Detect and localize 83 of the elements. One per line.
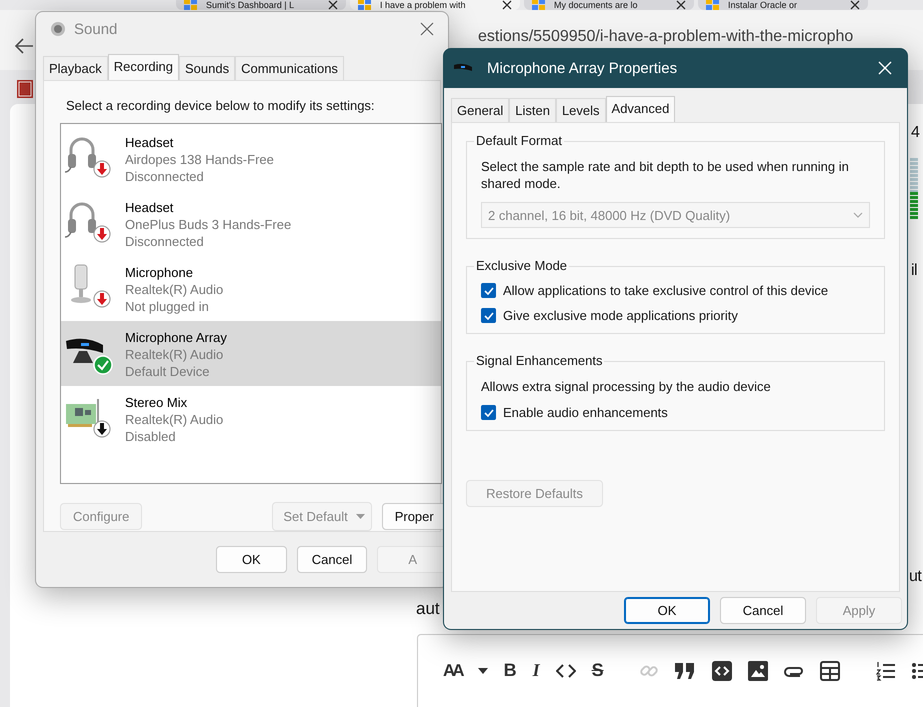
window-title: Microphone Array Properties [487,60,678,76]
tab[interactable]: Recording [108,54,180,80]
device-name: Headset [125,134,174,151]
window-title: Sound [74,20,118,38]
checkbox-label[interactable]: Give exclusive mode applications priority [503,308,738,323]
back-arrow-icon[interactable] [14,37,34,55]
device-status: Disconnected [125,168,205,185]
browser-tab[interactable]: Instalar Oracle or [698,0,868,10]
close-icon[interactable] [420,22,434,36]
browser-tab[interactable]: I have a problem with [350,0,520,10]
device-name: Headset [125,199,174,216]
device-driver: Realtek(R) Audio [125,411,224,428]
image-icon[interactable] [748,660,768,680]
device-name: Microphone Array [125,329,227,346]
grid-icon [184,0,198,12]
bold-button[interactable]: B [504,660,517,681]
page-text: il [911,262,918,280]
description-text: Allows extra signal processing by the audio device [481,378,772,395]
tab[interactable]: Listen [509,98,556,122]
device-status: Default Device [125,363,211,380]
tab[interactable]: Playback [43,56,108,80]
group-title: Default Format [474,133,564,148]
checkbox[interactable] [481,308,496,323]
device-name: Stereo Mix [125,394,188,411]
browser-tab[interactable]: My documents are lo [524,0,694,10]
device-driver: Realtek(R) Audio [125,346,224,363]
italic-button[interactable]: I [532,660,540,681]
numbered-list-icon[interactable] [876,660,896,680]
tab[interactable]: Communications [235,56,344,80]
dialog-button[interactable]: Cancel [296,546,368,573]
device-item[interactable]: Microphone Array Realtek(R) Audio Default Device [61,321,441,386]
device-status: Disconnected [125,233,205,250]
quote-icon[interactable] [674,662,696,680]
tab[interactable]: Sounds [179,56,236,80]
checkbox[interactable] [481,283,496,298]
device-status: Disabled [125,428,177,445]
dialog-button[interactable]: Cancel [720,597,806,624]
checkbox-label[interactable]: Allow applications to take exclusive control of this device [503,283,828,298]
checkbox[interactable] [481,405,496,420]
device-status: Not plugged in [125,298,210,315]
dialog-button[interactable]: OK [624,597,710,624]
close-icon[interactable] [676,0,686,10]
group-title: Signal Enhancements [474,353,604,368]
table-icon[interactable] [820,660,840,680]
text-size-button[interactable]: AA [443,660,462,680]
page-text: ut [909,568,922,586]
address-text[interactable]: estions/5509950/i-have-a-problem-with-the-micropho [478,28,854,46]
tab[interactable]: Advanced [606,96,676,122]
code-block-icon[interactable] [712,660,732,680]
device-driver: Realtek(R) Audio [125,281,224,298]
device-item[interactable]: Headset OnePlus Buds 3 Hands-Free Disconnected [61,191,441,256]
checkmark-icon [484,312,494,320]
page-text: 4 [911,124,920,142]
description-text: Select the sample rate and bit depth to be used when running in shared mode. [481,158,850,192]
close-icon[interactable] [328,0,338,10]
caret-icon[interactable] [478,668,488,674]
dialog-button[interactable]: OK [216,546,287,573]
checkmark-icon [484,286,494,294]
code-icon[interactable] [556,664,576,678]
webcam-bar-icon [453,62,473,74]
device-item[interactable]: Microphone Realtek(R) Audio Not plugged in [61,256,441,321]
instruction-text: Select a recording device below to modify its settings: [66,98,376,113]
bookmark-icon[interactable] [17,80,33,98]
grid-icon [358,0,372,12]
device-item[interactable]: Headset Airdopes 138 Hands-Free Disconnected [61,126,441,191]
device-item[interactable]: Stereo Mix Realtek(R) Audio Disabled [61,386,441,451]
device-driver: OnePlus Buds 3 Hands-Free [125,216,292,233]
speaker-icon [50,21,66,37]
tab[interactable]: Levels [556,98,606,122]
device-name: Microphone [125,264,194,281]
strikethrough-button[interactable]: S [592,660,604,681]
grid-icon [706,0,720,12]
checkbox-label[interactable]: Enable audio enhancements [503,405,668,420]
editor-box[interactable]: AA B I S [417,634,923,707]
close-icon[interactable] [850,0,860,10]
browser-tab[interactable]: Sumit's Dashboard | L [176,0,346,10]
grid-icon [532,0,546,12]
tab[interactable]: General [451,98,510,122]
checkmark-icon [484,408,494,416]
group-title: Exclusive Mode [474,258,570,273]
close-icon[interactable] [502,0,512,10]
device-driver: Airdopes 138 Hands-Free [125,151,274,168]
page-text: aut [416,599,440,619]
